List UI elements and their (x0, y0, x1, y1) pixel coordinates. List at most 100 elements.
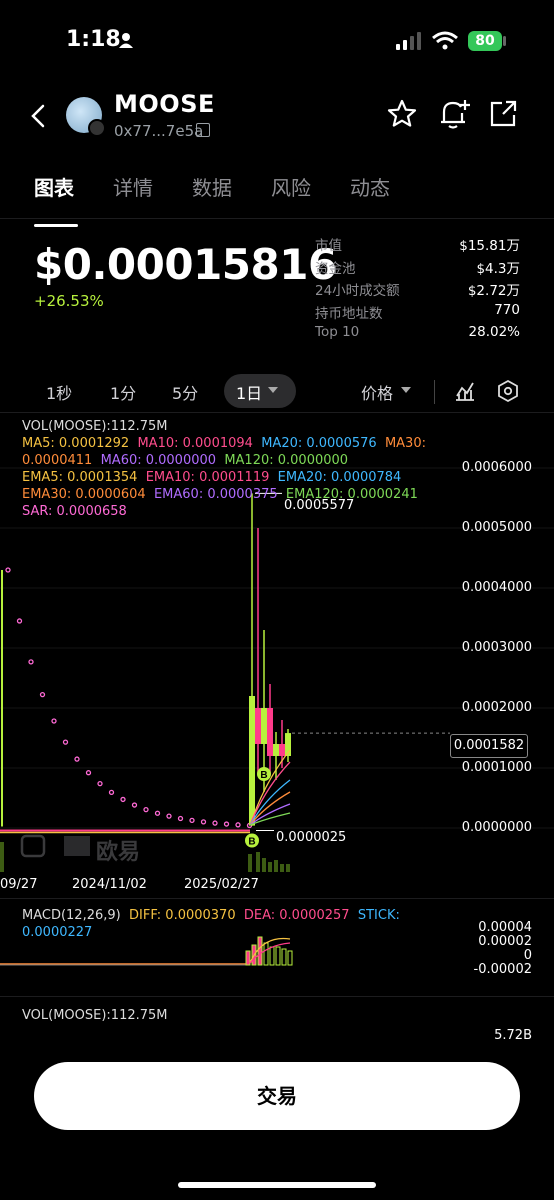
macd-bar (263, 942, 269, 966)
vol-label: VOL(MOOSE):112.75M (22, 1008, 168, 1023)
legend-ma120: MA120: 0.0000000 (224, 453, 349, 468)
sar-dot (189, 817, 195, 824)
divider (0, 218, 554, 219)
x-tick: 09/27 (0, 877, 38, 892)
stat-label: 市值 (315, 238, 342, 254)
watermark: 欧易 (96, 840, 141, 865)
tab-risk[interactable]: 风险 (271, 172, 311, 201)
back-icon[interactable] (30, 104, 46, 128)
macd-y-tick: 0.00002 (478, 934, 532, 949)
settings-icon[interactable] (496, 379, 520, 403)
stats-list: 市值 $15.81万 资金池 $4.3万 24小时成交额 $2.72万 持币地址数 770 To… (315, 234, 520, 347)
signal-icon (396, 32, 421, 50)
y-tick: 0.0005000 (461, 520, 532, 535)
legend-ma20: MA20: 0.0000576 (261, 436, 377, 451)
candle-body (273, 744, 279, 756)
sar-dot (143, 806, 149, 813)
volume-bar (0, 842, 4, 872)
volume-bar (268, 862, 272, 872)
sar-dot (154, 810, 161, 816)
price-alert-icon[interactable] (437, 97, 471, 131)
macd-label: MACD(12,26,9) (22, 908, 121, 923)
divider (0, 898, 554, 899)
price-change: +26.53% (34, 292, 104, 310)
y-tick: 0.0004000 (461, 580, 532, 595)
legend-ema20: EMA20: 0.0000784 (277, 470, 402, 485)
indicator-legend: VOL(MOOSE):112.75M MA5: 0.0001292 MA10: … (22, 418, 442, 520)
y-tick: 0.0003000 (461, 640, 532, 655)
legend-ema10: EMA10: 0.0001119 (145, 470, 270, 485)
indicator-icon[interactable] (454, 380, 476, 402)
share-icon[interactable] (488, 99, 518, 129)
timeframe-5m[interactable]: 5分 (172, 380, 198, 404)
sar-dot (74, 756, 80, 762)
sar-dot (85, 770, 92, 776)
high-label: 0.0005577 (284, 498, 355, 513)
watermark-icon (20, 834, 46, 858)
buy-marker-label: B (248, 837, 255, 848)
macd-y-tick: 0 (523, 948, 532, 963)
stat-value: 28.02% (468, 324, 520, 341)
candle-body (261, 708, 267, 744)
divider (0, 996, 554, 997)
buy-marker-label: B (260, 770, 267, 781)
candle-body (279, 744, 285, 756)
stat-label: 24小时成交额 (315, 283, 400, 300)
current-price: $0.00015816 (34, 240, 337, 289)
sar-dot (28, 659, 34, 665)
sar-dot (51, 718, 57, 724)
stat-row: 24小时成交额 $2.72万 (315, 279, 520, 302)
legend-ma30: MA30: (384, 436, 426, 451)
macd-dea: DEA: 0.0000257 (243, 908, 350, 923)
timeframe-bar: 1秒 1分 5分 1日 价格 (0, 372, 554, 412)
trade-button[interactable]: 交易 (34, 1062, 520, 1130)
star-icon[interactable] (386, 98, 418, 130)
sar-dot (235, 822, 241, 828)
chevron-down-icon (401, 387, 411, 393)
y-tick: 0.0001000 (461, 760, 532, 775)
sar-dot (177, 815, 184, 822)
sar-dot (200, 819, 207, 825)
sar-dot (39, 692, 46, 698)
y-tick: 0.0006000 (461, 460, 532, 475)
candle-body (255, 708, 261, 744)
sar-dot (166, 813, 172, 819)
legend-ema60: EMA60: 0.0000375 (153, 487, 278, 502)
stat-value: $15.81万 (459, 238, 520, 254)
macd-diff: DIFF: 0.0000370 (129, 908, 236, 923)
price-toggle[interactable]: 价格 (361, 380, 393, 404)
tab-activity[interactable]: 动态 (350, 172, 390, 201)
chain-badge-icon (88, 119, 106, 137)
volume-bar (274, 860, 278, 872)
tab-chart[interactable]: 图表 (34, 172, 74, 201)
volume-bar (256, 852, 260, 872)
toolbar-divider (434, 380, 435, 404)
timeframe-1m[interactable]: 1分 (110, 380, 136, 404)
sar-dot (97, 780, 103, 787)
macd-bar (257, 936, 263, 966)
macd-bar (245, 950, 251, 966)
status-time: 1:18 (66, 27, 121, 52)
chevron-down-icon (268, 387, 278, 393)
macd-stick: STICK: (357, 908, 400, 923)
stat-row: 资金池 $4.3万 (315, 257, 520, 280)
volume-bar (286, 864, 290, 872)
legend-ma60: MA60: 0.0000000 (100, 453, 217, 468)
volume-bar (248, 854, 252, 872)
sar-dot (212, 820, 218, 826)
stat-label: 持币地址数 (315, 305, 383, 322)
candle-body (249, 696, 255, 826)
battery-indicator: 80 (468, 31, 502, 51)
macd-chart (0, 936, 293, 966)
sar-dot (223, 821, 230, 827)
tab-details[interactable]: 详情 (113, 172, 153, 201)
candle-body (267, 708, 273, 756)
sar-dot (62, 739, 69, 745)
timeframe-1s[interactable]: 1秒 (46, 380, 72, 404)
macd-bar (287, 950, 293, 966)
timeframe-1d[interactable]: 1日 (236, 380, 262, 404)
copy-icon[interactable] (196, 123, 210, 137)
tab-data[interactable]: 数据 (192, 172, 232, 201)
stat-value: $4.3万 (476, 260, 520, 277)
stat-value: $2.72万 (467, 283, 520, 300)
